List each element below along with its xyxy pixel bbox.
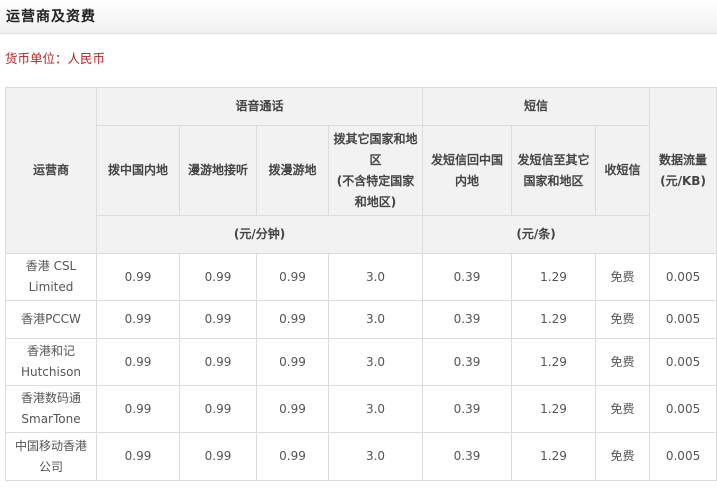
col-call-other-countries-label: 拨其它国家和地区 [333,131,418,167]
operator-cell: 香港 CSL Limited [5,253,97,301]
operator-name: 香港 CSL [25,259,77,273]
rate-cell: 1.29 [511,338,597,386]
rate-cell: 0.99 [256,253,329,301]
rate-cell: 0.99 [256,338,329,386]
operator-cell: 香港PCCW [5,300,97,339]
rate-cell: 0.39 [422,432,513,481]
operator-name-sub: Limited [28,280,74,294]
rate-cell: 0.39 [422,338,513,386]
operator-name-sub: 公司 [38,459,63,474]
rate-cell: 0.005 [649,253,717,301]
rate-cell: 0.99 [256,300,329,339]
table-row: 香港数码通 SmarTone 0.99 0.99 0.99 3.0 0.39 1… [5,385,717,433]
rate-cell: 3.0 [327,338,424,386]
rate-cell: 3.0 [327,385,424,433]
operator-header: 运营商 [5,87,97,254]
operator-name-sub: Hutchison [20,365,82,379]
col-roam-receive: 漫游地接听 [179,125,257,216]
rate-cell: 0.99 [179,432,257,481]
rate-cell: 0.005 [649,385,717,433]
rate-cell: 0.99 [96,253,180,301]
col-sms-mainland: 发短信回中国内地 [422,125,513,216]
operator-cell: 香港和记 Hutchison [5,338,97,386]
rate-cell: 0.005 [649,338,717,386]
operator-name: 香港PCCW [21,312,81,326]
rate-cell: 0.99 [96,385,180,433]
rate-cell: 0.99 [179,300,257,339]
table-row: 香港 CSL Limited 0.99 0.99 0.99 3.0 0.39 1… [5,253,717,301]
rate-cell: 免费 [595,432,651,481]
rate-cell: 0.39 [422,385,513,433]
operator-cell: 香港数码通 SmarTone [5,385,97,433]
currency-note: 货币单位：人民币 [5,51,106,66]
data-header: 数据流量 (元/KB) [649,87,717,254]
rate-cell: 0.005 [649,300,717,339]
col-call-other-countries-note: (不含特定国家和地区) [336,173,415,209]
sms-unit: (元/条) [422,215,651,254]
rate-cell: 0.99 [179,253,257,301]
operator-name: 中国移动香港 [14,438,87,453]
col-sms-other-countries: 发短信至其它国家和地区 [511,125,597,216]
rate-cell: 0.005 [649,432,717,481]
sms-group-header: 短信 [422,87,651,126]
rate-cell: 1.29 [511,300,597,339]
rate-cell: 1.29 [511,385,597,433]
voice-unit: (元/分钟) [95,215,424,254]
rate-cell: 0.99 [179,338,257,386]
rate-cell: 0.99 [96,432,180,481]
rate-cell: 1.29 [511,253,597,301]
rate-cell: 0.99 [179,385,257,433]
rate-cell: 1.29 [511,432,597,481]
rate-cell: 3.0 [327,432,424,481]
rate-cell: 0.99 [256,385,329,433]
operator-cell: 中国移动香港 公司 [5,432,97,481]
operator-name-sub: SmarTone [21,412,81,426]
table-row: 香港PCCW 0.99 0.99 0.99 3.0 0.39 1.29 免费 0… [5,300,717,339]
rate-cell: 0.99 [96,338,180,386]
table-row: 香港和记 Hutchison 0.99 0.99 0.99 3.0 0.39 1… [5,338,717,386]
rate-cell: 0.99 [256,432,329,481]
col-call-mainland: 拨中国内地 [96,125,180,216]
rate-cell: 3.0 [327,300,424,339]
col-call-roam-area: 拨漫游地 [256,125,329,216]
rate-cell: 3.0 [327,253,424,301]
col-sms-receive: 收短信 [595,125,651,216]
rate-cell: 免费 [595,385,651,433]
page-title: 运营商及资费 [0,0,717,34]
rate-cell: 0.39 [422,253,513,301]
rate-cell: 免费 [595,253,651,301]
rate-cell: 0.99 [96,300,180,339]
operator-name: 香港数码通 [20,391,81,405]
data-header-label: 数据流量 [659,152,708,167]
voice-group-header: 语音通话 [95,87,424,126]
data-header-unit: (元/KB) [660,173,706,188]
rate-cell: 免费 [595,300,651,339]
rate-cell: 免费 [595,338,651,386]
rate-cell: 0.39 [422,300,513,339]
operator-name: 香港和记 [26,344,75,358]
rates-table: 运营商 语音通话 短信 数据流量 (元/KB) 拨中国内地 漫游地接听 拨漫游地… [5,87,717,481]
col-call-other-countries: 拨其它国家和地区 (不含特定国家和地区) [327,125,424,216]
table-row: 中国移动香港 公司 0.99 0.99 0.99 3.0 0.39 1.29 免… [5,432,717,481]
